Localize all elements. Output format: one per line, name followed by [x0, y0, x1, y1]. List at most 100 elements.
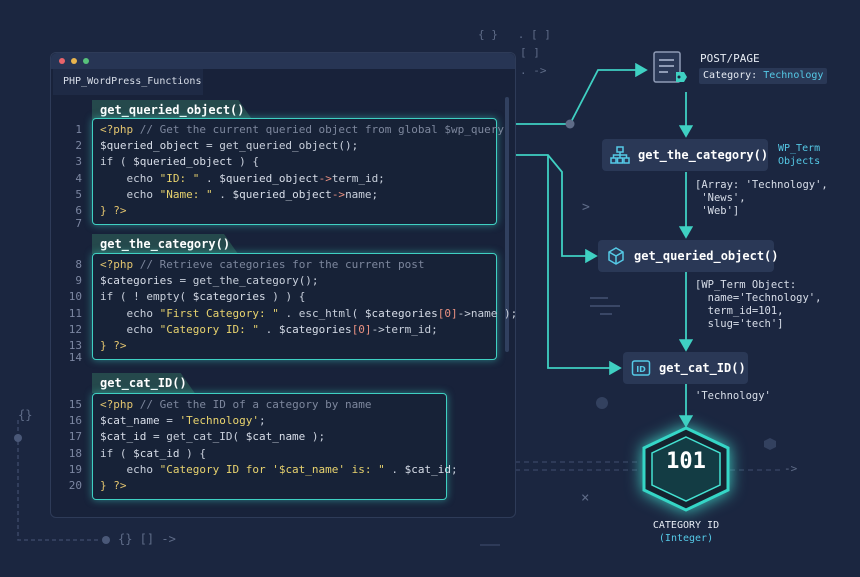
window-titlebar: [51, 53, 515, 69]
line-number: 2: [75, 139, 82, 153]
line-number: 9: [75, 274, 82, 288]
code-token: $queried_object: [133, 155, 233, 169]
id-card-icon: ID: [631, 360, 651, 376]
post-page-icon: [652, 50, 688, 86]
line-number: 17: [68, 430, 82, 444]
code-token: $cat_id: [404, 462, 452, 476]
code-line: if ( $queried_object ) {: [100, 154, 259, 170]
code-token: echo: [100, 171, 160, 185]
code-token: "Name: ": [159, 187, 213, 201]
node-label: get_queried_object(): [634, 249, 779, 263]
code-token: [0]: [437, 306, 458, 320]
line-number: 20: [68, 479, 82, 492]
code-token: echo: [100, 322, 160, 336]
code-token: $cat_id: [133, 446, 180, 460]
code-line: $queried_object = get_queried_object();: [100, 138, 358, 154]
node-label: get_the_category(): [638, 148, 769, 162]
maximize-dot[interactable]: [83, 58, 89, 64]
code-line: echo "Category ID: " . $categories[0]->t…: [100, 322, 438, 338]
code-token: // Get the current queried object from g…: [139, 123, 504, 136]
code-line: <?php // Retrieve categories for the cur…: [100, 257, 425, 273]
code-token: .: [384, 462, 405, 476]
code-token: } ?>: [100, 204, 127, 217]
line-number: 12: [68, 322, 82, 336]
line-number: 8: [75, 258, 82, 271]
wp-term-object-annotation: [WP_Term Object: name='Technology', term…: [695, 279, 822, 330]
line-number: 11: [68, 306, 82, 320]
code-token: $categories: [364, 306, 438, 320]
node-get-queried-object: get_queried_object(): [598, 240, 779, 272]
code-block-label: get_the_category(): [92, 234, 238, 254]
code-token: ->: [318, 171, 332, 185]
code-token: if: [100, 290, 114, 304]
line-number: 14: [68, 351, 82, 364]
line-number: 15: [68, 398, 82, 411]
code-line: $cat_id = get_cat_ID( $cat_name );: [100, 429, 325, 445]
category-id-label: CATEGORY ID: [652, 520, 720, 531]
file-tab[interactable]: PHP_WordPress_Functions: [53, 69, 203, 95]
code-token: = get_the_category();: [172, 274, 319, 288]
code-line: echo "First Category: " . esc_html( $cat…: [100, 306, 517, 322]
code-token: name;: [345, 187, 379, 201]
line-number: 1: [75, 123, 82, 136]
code-token: "ID: ": [159, 171, 200, 185]
code-line: echo "Name: " . $queried_object->name;: [100, 187, 378, 203]
code-line: if ( ! empty( $categories ) ) {: [100, 289, 305, 305]
code-token: $categories: [100, 274, 173, 288]
close-dot[interactable]: [59, 58, 65, 64]
code-token: ;: [258, 414, 266, 428]
code-token: if: [100, 155, 114, 169]
code-token: echo: [100, 462, 160, 476]
node-get-cat-id: ID get_cat_ID(): [623, 352, 748, 384]
decor-braces-left: {}: [18, 408, 33, 422]
code-token: ->term_id;: [371, 322, 438, 336]
post-category-key: Category:: [703, 70, 764, 81]
code-token: (: [113, 155, 134, 169]
code-token: "First Category: ": [159, 306, 279, 320]
code-line: } ?>: [100, 338, 127, 354]
category-array-annotation: [Array: 'Technology', 'News', 'Web']: [695, 179, 828, 217]
code-token: ) {: [232, 155, 259, 169]
code-token: echo: [100, 187, 160, 201]
line-number: 19: [68, 462, 82, 476]
line-number: 10: [68, 290, 82, 304]
hierarchy-icon: [610, 146, 630, 164]
wp-term-objects-label: WP_Term Objects: [778, 143, 821, 167]
cube-icon: [608, 247, 624, 265]
code-token: $queried_object: [100, 139, 200, 153]
decor-brackets-top: [ ]: [520, 46, 540, 59]
code-line: <?php // Get the ID of a category by nam…: [100, 397, 372, 413]
node-label: get_cat_ID(): [659, 361, 746, 375]
code-token: );: [305, 430, 326, 444]
code-token: ( ! empty(: [113, 290, 193, 304]
code-token: <?php: [100, 123, 140, 136]
category-id-value: 101: [666, 449, 706, 474]
code-block-label: get_queried_object(): [92, 100, 253, 120]
decor-chevron: >: [582, 200, 590, 215]
code-token: (: [113, 446, 134, 460]
code-token: $cat_name: [245, 430, 306, 444]
code-block-label: get_cat_ID(): [92, 373, 195, 393]
code-token: "Category ID: ": [159, 322, 259, 336]
code-token: // Get the ID of a category by name: [139, 398, 372, 411]
decor-bottom-text: {} [] ->: [118, 532, 176, 546]
decor-cross: ×: [581, 490, 590, 506]
code-token: .: [199, 171, 220, 185]
minimize-dot[interactable]: [71, 58, 77, 64]
code-token: } ?>: [100, 339, 127, 352]
line-number: 18: [68, 446, 82, 460]
code-token: // Retrieve categories for the current p…: [139, 258, 425, 271]
code-token: ;: [451, 462, 458, 476]
code-token: 'Technology': [179, 414, 259, 428]
connector-post: [515, 62, 648, 125]
code-token: $cat_name: [100, 414, 160, 428]
post-category-tag: Category: Technology: [699, 68, 828, 84]
line-number: 7: [75, 217, 82, 230]
code-token: $categories: [192, 290, 266, 304]
code-token: ->: [331, 187, 346, 201]
code-token: if: [100, 446, 114, 460]
code-token: $queried_object: [232, 187, 332, 201]
code-token: $cat_id: [100, 430, 147, 444]
decor-braces-top: { } . [ ]: [478, 28, 551, 41]
code-token: <?php: [100, 258, 140, 271]
